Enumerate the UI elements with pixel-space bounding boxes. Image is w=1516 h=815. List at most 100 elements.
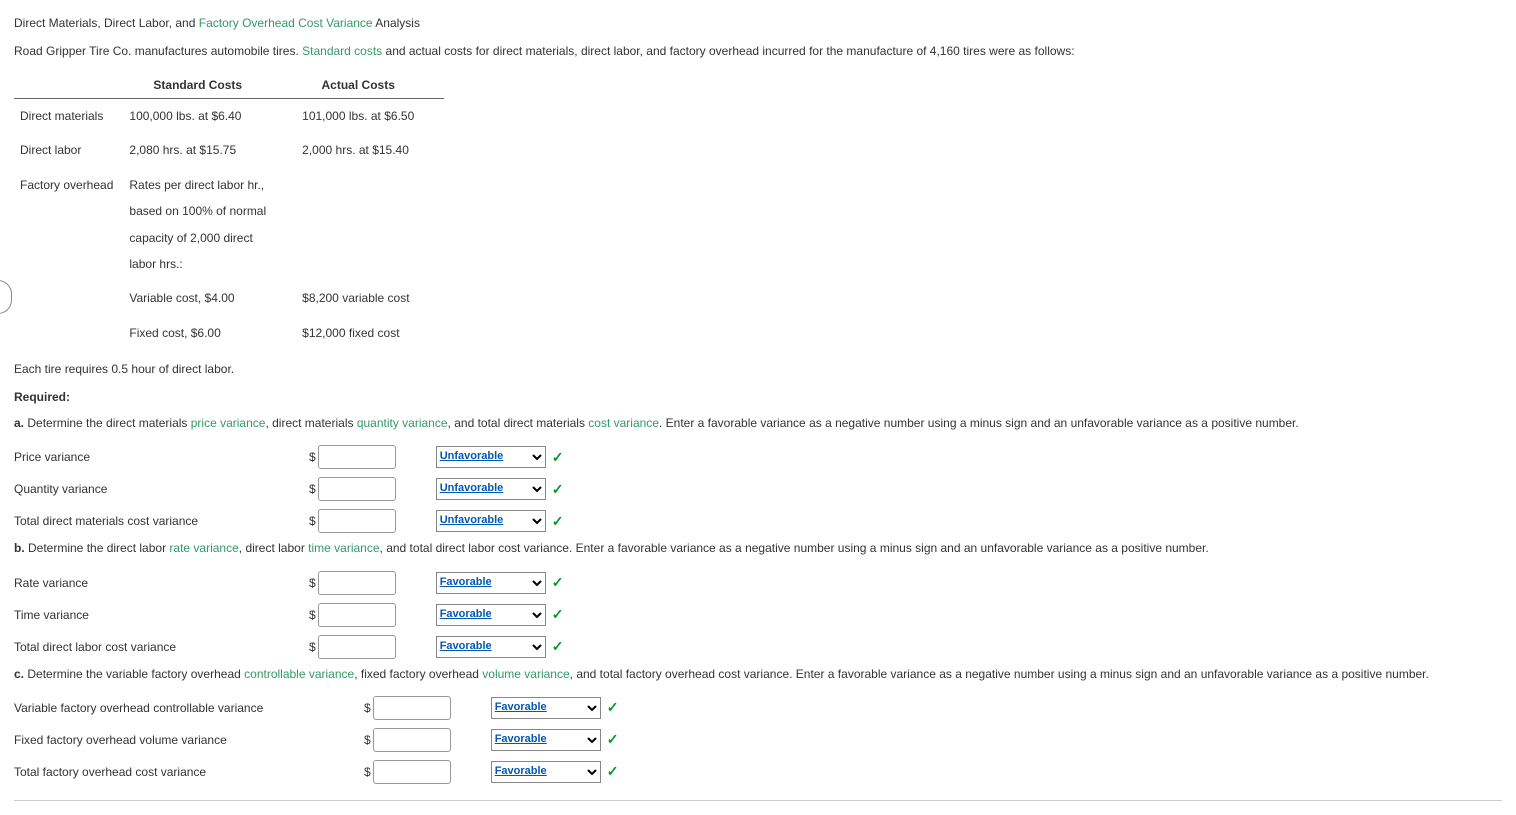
- answer-row: Fixed factory overhead volume variance$F…: [14, 726, 1502, 754]
- amount-input[interactable]: [318, 477, 396, 501]
- amount-input[interactable]: [373, 728, 451, 752]
- title-pre: Direct Materials, Direct Labor, and: [14, 16, 199, 30]
- table-row: Fixed cost, $6.00$12,000 fixed cost: [14, 316, 444, 350]
- progress-indicator: [0, 280, 12, 314]
- table-row: Direct materials100,000 lbs. at $6.40101…: [14, 99, 444, 134]
- variance-select[interactable]: [436, 636, 546, 658]
- cost-row-standard: 100,000 lbs. at $6.40: [123, 99, 296, 134]
- variance-select[interactable]: [491, 761, 601, 783]
- cost-row-actual: $12,000 fixed cost: [296, 316, 444, 350]
- currency-sign: $: [364, 699, 371, 717]
- answer-label: Time variance: [14, 606, 309, 624]
- qb-link-rate[interactable]: rate variance: [169, 541, 238, 555]
- checkmark-icon: ✓: [552, 447, 564, 468]
- variance-select-wrap: Favorable: [491, 761, 601, 783]
- answer-row: Time variance$ Favorable ✓: [14, 601, 1502, 629]
- cost-row-label: Factory overhead: [14, 168, 123, 282]
- cost-row-actual: 2,000 hrs. at $15.40: [296, 133, 444, 167]
- q-letter: b.: [14, 541, 25, 555]
- intro-pre: Road Gripper Tire Co. manufactures autom…: [14, 44, 302, 58]
- checkmark-icon: ✓: [607, 697, 619, 718]
- answer-label: Total factory overhead cost variance: [14, 763, 364, 781]
- required-heading: Required:: [14, 388, 1502, 406]
- qb-t3: , and total direct labor cost variance. …: [380, 541, 1209, 555]
- checkmark-icon: ✓: [552, 604, 564, 625]
- checkmark-icon: ✓: [552, 572, 564, 593]
- answer-label: Price variance: [14, 448, 309, 466]
- intro-link[interactable]: Standard costs: [302, 44, 382, 58]
- bottom-divider: [14, 800, 1502, 801]
- cost-row-label: Direct labor: [14, 133, 123, 167]
- currency-sign: $: [364, 731, 371, 749]
- cost-row-standard: Rates per direct labor hr., based on 100…: [123, 168, 296, 282]
- qc-t3: , and total factory overhead cost varian…: [570, 667, 1429, 681]
- checkmark-icon: ✓: [552, 479, 564, 500]
- variance-select-wrap: Unfavorable: [436, 478, 546, 500]
- variance-select[interactable]: [436, 604, 546, 626]
- variance-select-wrap: Favorable: [436, 572, 546, 594]
- answer-label: Rate variance: [14, 574, 309, 592]
- qa-link-price[interactable]: price variance: [191, 416, 266, 430]
- amount-input[interactable]: [373, 696, 451, 720]
- qb-t1: Determine the direct labor: [25, 541, 170, 555]
- variance-select-wrap: Favorable: [491, 697, 601, 719]
- amount-input[interactable]: [318, 635, 396, 659]
- variance-select[interactable]: [436, 446, 546, 468]
- currency-sign: $: [309, 606, 316, 624]
- amount-input[interactable]: [318, 509, 396, 533]
- qa-link-quantity[interactable]: quantity variance: [357, 416, 448, 430]
- amount-input[interactable]: [373, 760, 451, 784]
- table-row: Variable cost, $4.00$8,200 variable cost: [14, 281, 444, 315]
- checkmark-icon: ✓: [607, 761, 619, 782]
- currency-sign: $: [309, 512, 316, 530]
- title-link[interactable]: Factory Overhead Cost Variance: [199, 16, 373, 30]
- answer-row: Total direct materials cost variance$Unf…: [14, 507, 1502, 535]
- variance-select[interactable]: [436, 510, 546, 532]
- answer-row: Variable factory overhead controllable v…: [14, 694, 1502, 722]
- answer-label: Variable factory overhead controllable v…: [14, 699, 364, 717]
- answer-row: Quantity variance$Unfavorable✓: [14, 475, 1502, 503]
- qa-t1: Determine the direct materials: [24, 416, 191, 430]
- qb-link-time[interactable]: time variance: [308, 541, 379, 555]
- qc-link-controllable[interactable]: controllable variance: [244, 667, 354, 681]
- question-b: b. Determine the direct labor rate varia…: [14, 539, 1502, 558]
- q-letter: a.: [14, 416, 24, 430]
- variance-select[interactable]: [436, 572, 546, 594]
- currency-sign: $: [309, 574, 316, 592]
- amount-input[interactable]: [318, 445, 396, 469]
- variance-select-wrap: Favorable: [491, 729, 601, 751]
- qc-link-volume[interactable]: volume variance: [482, 667, 569, 681]
- table-row: Factory overheadRates per direct labor h…: [14, 168, 444, 282]
- amount-input[interactable]: [318, 603, 396, 627]
- qa-t3: , and total direct materials: [448, 416, 589, 430]
- cost-row-standard: Variable cost, $4.00: [123, 281, 296, 315]
- variance-select[interactable]: [491, 729, 601, 751]
- cost-row-actual: 101,000 lbs. at $6.50: [296, 99, 444, 134]
- variance-select[interactable]: [491, 697, 601, 719]
- intro-paragraph: Road Gripper Tire Co. manufactures autom…: [14, 42, 1502, 60]
- answer-row: Total factory overhead cost variance$Fav…: [14, 758, 1502, 786]
- qc-t1: Determine the variable factory overhead: [24, 667, 244, 681]
- checkmark-icon: ✓: [552, 511, 564, 532]
- amount-input[interactable]: [318, 571, 396, 595]
- cost-row-label: [14, 316, 123, 350]
- th-actual: Actual Costs: [296, 72, 444, 99]
- cost-row-standard: 2,080 hrs. at $15.75: [123, 133, 296, 167]
- cost-row-actual: [296, 168, 444, 282]
- qa-t2: , direct materials: [265, 416, 356, 430]
- page-title: Direct Materials, Direct Labor, and Fact…: [14, 14, 1502, 32]
- variance-select[interactable]: [436, 478, 546, 500]
- qc-t2: , fixed factory overhead: [354, 667, 482, 681]
- variance-select-wrap: Unfavorable: [436, 446, 546, 468]
- qa-link-cost[interactable]: cost variance: [588, 416, 659, 430]
- answer-label: Total direct labor cost variance: [14, 638, 309, 656]
- cost-row-standard: Fixed cost, $6.00: [123, 316, 296, 350]
- variance-select-wrap: Favorable: [436, 604, 546, 626]
- title-post: Analysis: [373, 16, 420, 30]
- th-standard: Standard Costs: [123, 72, 296, 99]
- table-row: Direct labor2,080 hrs. at $15.752,000 hr…: [14, 133, 444, 167]
- currency-sign: $: [309, 638, 316, 656]
- variance-select-wrap: Favorable: [436, 636, 546, 658]
- answer-row: Price variance$Unfavorable✓: [14, 443, 1502, 471]
- variance-select-wrap: Unfavorable: [436, 510, 546, 532]
